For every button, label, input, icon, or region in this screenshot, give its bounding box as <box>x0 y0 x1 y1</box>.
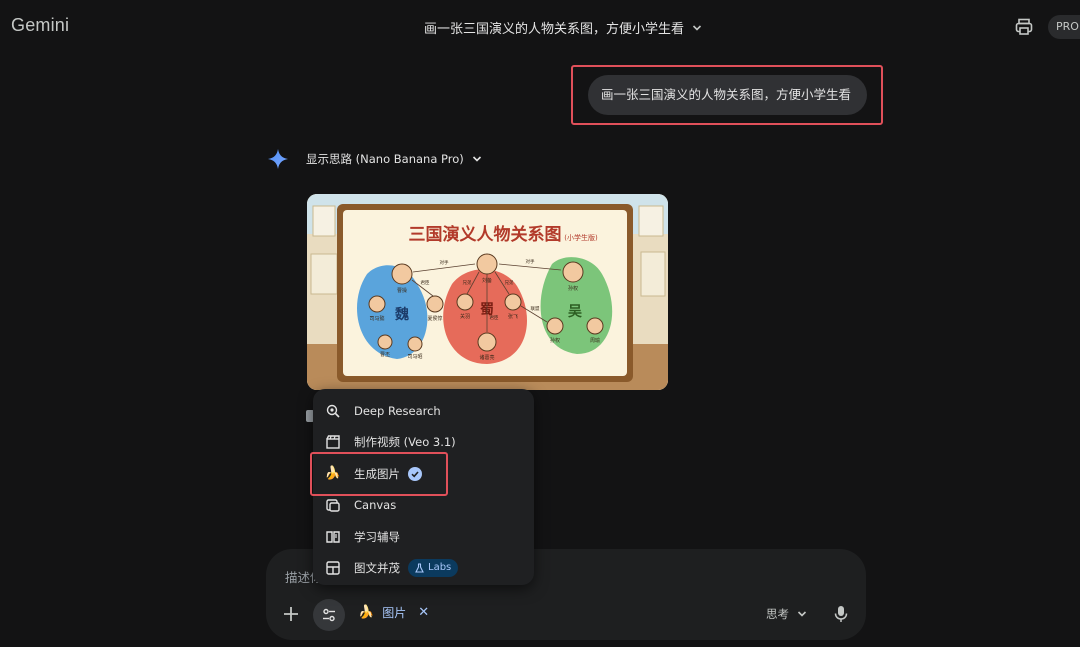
thinking-label: 显示思路 (Nano Banana Pro) <box>306 152 464 166</box>
relation-label: 对手 <box>440 259 449 266</box>
layout-icon <box>325 560 341 576</box>
mode-label: 思考 <box>766 607 789 621</box>
relation-label: 君臣 <box>490 315 499 321</box>
printer-icon[interactable] <box>1014 17 1034 37</box>
canvas-icon <box>325 497 341 513</box>
active-tool-label: 图片 <box>382 606 407 620</box>
app-brand[interactable]: Gemini <box>11 15 69 36</box>
conversation-title: 画一张三国演义的人物关系图，方便小学生看 <box>424 22 685 37</box>
conversation-title-dropdown[interactable]: 画一张三国演义的人物关系图，方便小学生看 <box>424 18 702 37</box>
chevron-down-icon <box>692 24 702 31</box>
image-title: 三国演义人物关系图 <box>409 224 562 245</box>
char-caopi: 曹丕 <box>380 351 390 358</box>
relation-label: 兄弟 <box>463 279 472 286</box>
generated-image[interactable]: 三国演义人物关系图 (小学生版) 魏 蜀 吴 曹操 刘备 孙权 司马懿 夏侯惇 … <box>307 194 668 390</box>
highlight-box-user-message <box>571 65 883 125</box>
menu-item-label-wrap: 图文并茂 Labs <box>354 558 459 577</box>
char-xiahoudun: 夏侯惇 <box>427 315 442 322</box>
char-sunquan: 孙权 <box>568 285 578 292</box>
highlight-box-generate-image <box>310 452 448 496</box>
labs-badge: Labs <box>408 558 459 577</box>
show-thinking-toggle[interactable]: 显示思路 (Nano Banana Pro) <box>306 151 482 167</box>
pro-badge[interactable]: PRO <box>1048 15 1080 39</box>
menu-item-label: Deep Research <box>354 403 441 418</box>
video-clapper-icon <box>325 434 341 450</box>
char-zhangfei: 张飞 <box>508 313 518 320</box>
menu-item-label: 学习辅导 <box>354 529 400 544</box>
menu-item-label: 图文并茂 <box>354 560 400 575</box>
char-simayi: 司马懿 <box>369 315 384 322</box>
char-sunquan-2: 孙权 <box>550 337 560 344</box>
char-zhouyu: 周瑜 <box>590 337 600 344</box>
char-zhugeliang: 诸葛亮 <box>479 354 494 361</box>
add-attachment-button[interactable] <box>281 604 301 624</box>
deep-research-icon <box>325 403 341 419</box>
relation-label: 君臣 <box>421 280 430 286</box>
tune-icon <box>323 608 335 622</box>
kingdom-wei: 魏 <box>394 306 409 323</box>
flask-icon <box>415 562 424 573</box>
char-simazhao: 司马昭 <box>407 353 422 360</box>
image-subtitle: (小学生版) <box>564 233 598 242</box>
top-bar: Gemini 画一张三国演义的人物关系图，方便小学生看 PRO <box>0 0 1080 54</box>
menu-item-study-tutor[interactable]: 学习辅导 <box>313 521 534 552</box>
banana-icon: 🍌 <box>358 605 375 620</box>
gemini-spark-icon <box>268 149 288 169</box>
remove-tool-icon[interactable]: ✕ <box>418 605 429 620</box>
chevron-down-icon <box>472 156 481 162</box>
menu-item-label: Canvas <box>354 497 397 512</box>
active-tool-chip[interactable]: 🍌 图片 ✕ <box>358 604 429 621</box>
relation-label: 兄弟 <box>505 279 514 286</box>
relation-label: 联盟 <box>531 305 540 312</box>
book-icon <box>325 529 341 545</box>
tools-button[interactable] <box>313 599 345 631</box>
char-caocao: 曹操 <box>397 287 407 294</box>
menu-item-rich-layout[interactable]: 图文并茂 Labs <box>313 552 534 583</box>
kingdom-wu: 吴 <box>568 304 583 320</box>
labs-badge-label: Labs <box>428 562 452 573</box>
char-guanyu: 关羽 <box>460 313 470 320</box>
chevron-down-icon <box>797 611 807 617</box>
mode-selector[interactable]: 思考 <box>766 606 807 622</box>
menu-item-deep-research[interactable]: Deep Research <box>313 395 534 426</box>
menu-item-label: 制作视频 (Veo 3.1) <box>354 434 456 449</box>
microphone-icon[interactable] <box>833 604 849 624</box>
relation-label: 对手 <box>526 258 535 265</box>
